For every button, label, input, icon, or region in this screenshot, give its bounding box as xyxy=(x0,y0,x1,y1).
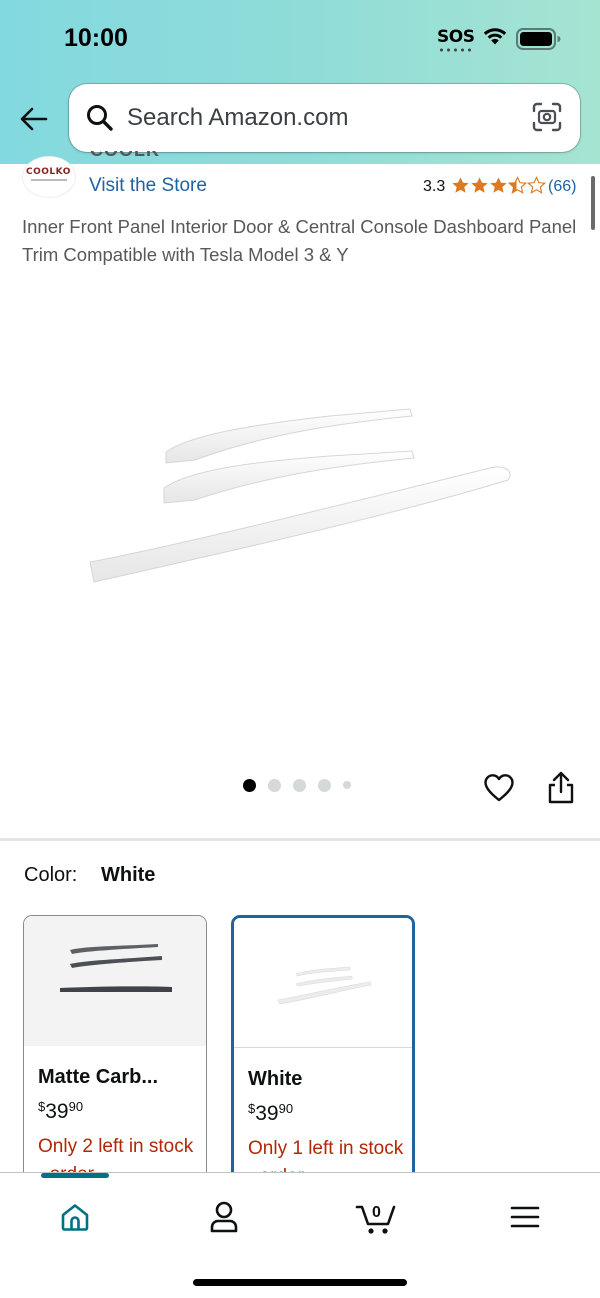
nav-account[interactable] xyxy=(200,1195,248,1239)
swatch-image xyxy=(234,918,412,1048)
account-icon xyxy=(210,1201,238,1233)
bottom-nav: 0 xyxy=(0,1172,600,1298)
heart-icon[interactable] xyxy=(482,772,516,804)
image-pagination[interactable] xyxy=(243,778,363,792)
pagination-dot[interactable] xyxy=(243,778,256,792)
star-full-icon xyxy=(490,177,507,193)
pagination-dot[interactable] xyxy=(318,778,331,792)
pagination-dot[interactable] xyxy=(343,781,351,789)
swatch-name: White xyxy=(248,1068,303,1090)
star-full-icon xyxy=(471,177,488,193)
home-indicator-bar[interactable] xyxy=(193,1279,407,1286)
visit-store-link[interactable]: Visit the Store xyxy=(89,175,207,197)
pagination-dot[interactable] xyxy=(293,778,306,792)
scrollbar[interactable] xyxy=(591,176,595,230)
rating-count-link[interactable]: (66) xyxy=(548,178,576,196)
rating-value: 3.3 xyxy=(423,178,446,195)
matte-carbon-trim-image xyxy=(60,944,172,992)
camera-scan-icon[interactable] xyxy=(531,101,563,133)
star-empty-icon xyxy=(527,176,546,194)
home-icon xyxy=(61,1204,89,1231)
star-rating[interactable] xyxy=(451,176,546,196)
cart-count: 0 xyxy=(372,1204,381,1221)
price-dollars: 39 xyxy=(45,1100,69,1123)
brand-logo-underline xyxy=(31,179,67,181)
status-time: 10:00 xyxy=(64,24,128,52)
back-arrow-icon[interactable] xyxy=(18,103,50,135)
brand-name-clipped: COOLKO xyxy=(90,151,160,159)
star-full-icon xyxy=(452,177,469,193)
brand-logo[interactable]: COOLKO xyxy=(22,156,76,198)
color-selected-value: White xyxy=(101,864,156,886)
swatch-image xyxy=(24,916,206,1046)
color-label: Color: xyxy=(24,864,78,886)
price-cents: 90 xyxy=(68,1099,84,1114)
nav-cart[interactable]: 0 xyxy=(352,1195,400,1239)
price-cents: 90 xyxy=(278,1101,294,1116)
brand-logo-text: COOLKO xyxy=(26,167,71,177)
price-dollars: 39 xyxy=(255,1102,279,1125)
sos-indicator: SOS xyxy=(437,27,475,47)
nav-home[interactable] xyxy=(51,1195,99,1239)
search-input[interactable] xyxy=(127,104,507,132)
product-title: Inner Front Panel Interior Door & Centra… xyxy=(22,216,577,265)
nav-menu[interactable] xyxy=(501,1195,549,1239)
search-bar[interactable] xyxy=(69,84,580,152)
search-icon xyxy=(87,105,113,131)
share-icon[interactable] xyxy=(544,770,578,806)
section-divider xyxy=(0,838,600,841)
star-partial-icon xyxy=(508,176,527,194)
pagination-dot[interactable] xyxy=(268,778,281,792)
swatch-price: $3990 xyxy=(38,1099,83,1124)
header: 10:00 SOS xyxy=(0,0,600,164)
white-trim-image xyxy=(277,966,372,1005)
status-bar: 10:00 SOS xyxy=(0,0,600,78)
product-image[interactable] xyxy=(80,400,520,590)
color-option-matte-carbon[interactable]: Matte Carb... $3990 Only 2 left in stock… xyxy=(23,915,207,1185)
signal-dots-icon xyxy=(438,48,472,52)
cart-icon: 0 xyxy=(355,1204,396,1234)
swatch-name: Matte Carb... xyxy=(38,1066,159,1088)
swatch-price: $3990 xyxy=(248,1101,293,1126)
battery-icon xyxy=(516,28,561,50)
wifi-icon xyxy=(483,28,507,45)
menu-icon xyxy=(510,1206,540,1228)
nav-active-indicator xyxy=(41,1173,109,1178)
color-option-white[interactable]: White $3990 Only 1 left in stock - order xyxy=(231,915,415,1185)
